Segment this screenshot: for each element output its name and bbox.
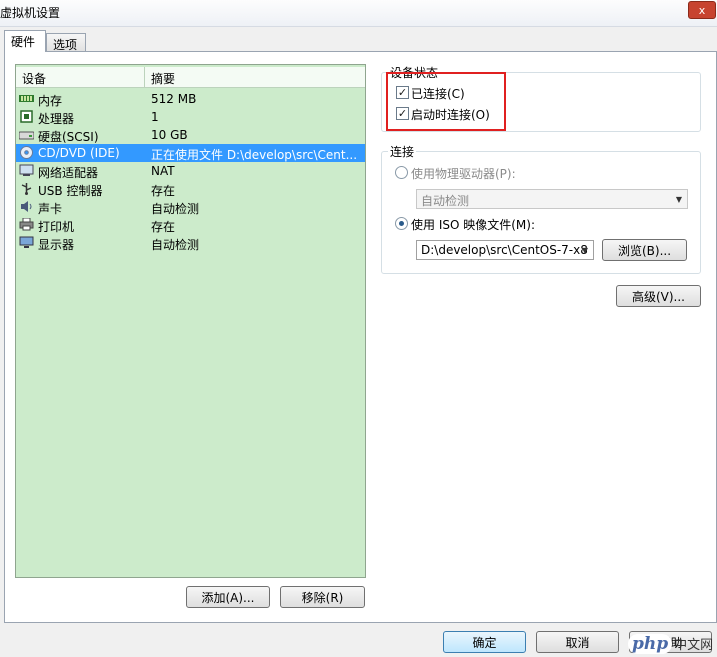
chevron-down-icon: ▼: [581, 245, 589, 255]
iso-image-radio[interactable]: [395, 217, 408, 230]
add-device-button[interactable]: 添加(A)...: [186, 586, 270, 608]
device-row-printer[interactable]: 打印机 存在: [16, 216, 365, 234]
watermark: php 中文网: [628, 630, 717, 657]
tab-hardware[interactable]: 硬件: [4, 30, 46, 52]
physical-drive-value: 自动检测: [421, 194, 470, 208]
device-row-monitor[interactable]: 显示器 自动检测: [16, 234, 365, 252]
cdrom-icon: [20, 146, 33, 159]
device-row-memory[interactable]: 内存 512 MB: [16, 90, 365, 108]
ok-button[interactable]: 确定: [443, 631, 526, 653]
highlight-box: [386, 72, 506, 131]
device-name: 打印机: [38, 220, 75, 234]
device-summary: 512 MB: [151, 92, 197, 106]
device-summary: NAT: [151, 164, 175, 178]
device-summary: 自动检测: [151, 238, 200, 252]
device-summary: 存在: [151, 184, 176, 198]
printer-icon: [19, 218, 34, 231]
physical-drive-label: 使用物理驱动器(P):: [411, 167, 516, 181]
device-row-sound[interactable]: 声卡 自动检测: [16, 198, 365, 216]
browse-button[interactable]: 浏览(B)...: [602, 239, 687, 261]
iso-path-value: D:\develop\src\CentOS-7-x8: [421, 243, 588, 257]
device-row-cdrom[interactable]: CD/DVD (IDE) 正在使用文件 D:\develop\src\Cent.…: [16, 144, 365, 162]
close-button[interactable]: x: [688, 1, 716, 19]
memory-icon: [19, 95, 34, 102]
device-row-cpu[interactable]: 处理器 1: [16, 108, 365, 126]
device-name: 硬盘(SCSI): [38, 130, 99, 144]
advanced-button[interactable]: 高级(V)...: [616, 285, 701, 307]
device-name: 网络适配器: [38, 166, 99, 180]
device-name: 处理器: [38, 112, 75, 126]
column-divider: [144, 67, 145, 87]
watermark-text: 中文网: [674, 638, 714, 653]
network-icon: [19, 164, 34, 176]
window-title: 虚拟机设置: [0, 6, 61, 20]
device-summary: 自动检测: [151, 202, 200, 216]
column-header-summary[interactable]: 摘要: [151, 70, 175, 87]
device-summary: 10 GB: [151, 128, 188, 142]
iso-image-label: 使用 ISO 映像文件(M):: [411, 218, 535, 232]
cpu-icon: [20, 110, 33, 123]
tab-options[interactable]: 选项: [46, 33, 86, 52]
sound-icon: [21, 201, 32, 212]
device-row-usb[interactable]: USB 控制器 存在: [16, 180, 365, 198]
device-row-harddisk[interactable]: 硬盘(SCSI) 10 GB: [16, 126, 365, 144]
column-header-device[interactable]: 设备: [22, 70, 46, 87]
remove-device-button[interactable]: 移除(R): [280, 586, 365, 608]
title-bar: [0, 0, 717, 27]
usb-icon: [21, 183, 32, 195]
cancel-button[interactable]: 取消: [536, 631, 619, 653]
device-name: 声卡: [38, 202, 63, 216]
device-name: CD/DVD (IDE): [38, 146, 120, 160]
device-row-network[interactable]: 网络适配器 NAT: [16, 162, 365, 180]
device-summary: 存在: [151, 220, 176, 234]
iso-path-select[interactable]: D:\develop\src\CentOS-7-x8: [416, 240, 594, 260]
device-summary: 正在使用文件 D:\develop\src\Cent...: [151, 148, 358, 162]
device-list-header: [16, 67, 365, 88]
monitor-icon: [19, 236, 34, 248]
close-icon: x: [698, 3, 706, 17]
chevron-down-icon: ▼: [675, 194, 683, 204]
connection-title: 连接: [388, 143, 417, 160]
physical-drive-radio[interactable]: [395, 166, 408, 179]
watermark-logo: php: [628, 633, 673, 654]
physical-drive-select[interactable]: 自动检测: [416, 189, 688, 209]
device-summary: 1: [151, 110, 159, 124]
harddisk-icon: [19, 131, 34, 140]
device-name: USB 控制器: [38, 184, 103, 198]
device-name: 内存: [38, 94, 63, 108]
device-name: 显示器: [38, 238, 75, 252]
